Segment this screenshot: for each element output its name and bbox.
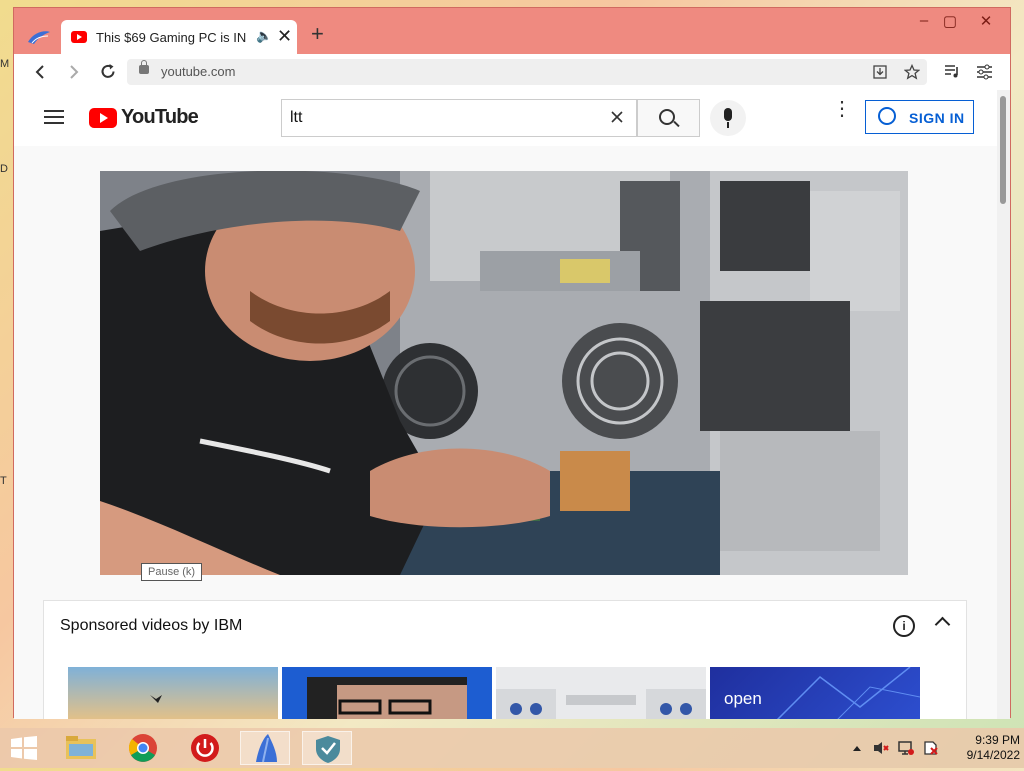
- youtube-header: YouTube ⋮ SIGN IN: [14, 90, 997, 146]
- playlist-icon[interactable]: [944, 64, 961, 79]
- office-figures-image: [496, 689, 706, 719]
- sponsored-video-thumbnail[interactable]: [496, 667, 706, 719]
- chrome-button[interactable]: [118, 731, 168, 765]
- menu-icon[interactable]: [44, 110, 64, 125]
- power-app-button[interactable]: [180, 731, 230, 765]
- browser-toolbar: youtube.com: [14, 54, 1010, 90]
- sponsored-video-thumbnail[interactable]: [282, 667, 492, 719]
- url-text: youtube.com: [161, 64, 236, 79]
- speaker-icon[interactable]: 🔈: [256, 28, 272, 44]
- address-bar[interactable]: youtube.com: [127, 59, 927, 85]
- info-icon[interactable]: i: [893, 615, 915, 637]
- desktop-icon-label: M: [0, 58, 10, 70]
- browser-app-icon: [256, 734, 277, 763]
- security-app-button[interactable]: [302, 731, 352, 765]
- sign-in-label: SIGN IN: [909, 110, 965, 126]
- action-center-icon[interactable]: [922, 740, 940, 756]
- tab-title: This $69 Gaming PC is INC: [96, 30, 246, 45]
- account-icon: [878, 107, 896, 125]
- chrome-icon: [128, 734, 157, 762]
- reload-icon[interactable]: [96, 63, 120, 80]
- clock-time: 9:39 PM: [975, 733, 1020, 747]
- tab-active[interactable]: This $69 Gaming PC is INC 🔈 ✕: [61, 20, 297, 54]
- player-tooltip: Pause (k): [141, 563, 203, 581]
- power-icon: [191, 734, 219, 762]
- search-box[interactable]: [281, 99, 637, 137]
- clear-search-icon[interactable]: [610, 110, 624, 124]
- sponsored-title: Sponsored videos by IBM: [60, 617, 243, 634]
- bird-icon: [150, 695, 162, 703]
- new-tab-button[interactable]: +: [311, 23, 324, 45]
- title-bar: This $69 Gaming PC is INC 🔈 ✕ + – ▢ ✕: [14, 8, 1010, 54]
- youtube-page: YouTube ⋮ SIGN IN: [14, 90, 997, 719]
- thumbnail-caption: open: [724, 689, 762, 708]
- sponsored-video-thumbnail[interactable]: open: [710, 667, 920, 719]
- browser-logo-icon[interactable]: [26, 28, 52, 46]
- lock-icon: [139, 60, 149, 74]
- youtube-logo-text: YouTube: [121, 106, 199, 128]
- video-frame: [100, 171, 908, 575]
- network-icon[interactable]: [897, 740, 915, 756]
- youtube-play-icon: [89, 108, 117, 128]
- show-hidden-icons-icon[interactable]: [852, 744, 862, 752]
- search-icon: [659, 109, 675, 125]
- clock-date: 9/14/2022: [966, 748, 1020, 762]
- taskbar: 9:39 PM 9/14/2022: [0, 728, 1024, 768]
- search-button[interactable]: [637, 99, 700, 137]
- browser-taskbar-button[interactable]: [240, 731, 290, 765]
- voice-search-icon[interactable]: [710, 100, 746, 136]
- maximize-button[interactable]: ▢: [935, 12, 965, 30]
- face-with-glasses-image: [307, 677, 467, 719]
- sponsored-section: Sponsored videos by IBM i open: [43, 600, 967, 719]
- scrollbar-thumb[interactable]: [1000, 96, 1006, 204]
- youtube-favicon-icon: [71, 31, 87, 43]
- settings-sliders-icon[interactable]: [976, 64, 993, 80]
- favorite-star-icon[interactable]: [904, 64, 920, 80]
- desktop-icon-label: D: [0, 163, 8, 175]
- volume-muted-icon[interactable]: [872, 740, 890, 756]
- sponsored-video-thumbnail[interactable]: [68, 667, 278, 719]
- folder-icon: [66, 736, 96, 759]
- windows-start-icon[interactable]: [10, 736, 38, 760]
- desktop-icon-label: T: [0, 475, 7, 487]
- shield-icon: [316, 736, 340, 763]
- install-app-icon[interactable]: [873, 65, 887, 79]
- more-options-icon[interactable]: ⋮: [832, 99, 852, 119]
- system-clock[interactable]: 9:39 PM 9/14/2022: [940, 733, 1020, 763]
- search-input[interactable]: [288, 108, 592, 128]
- close-tab-icon[interactable]: ✕: [277, 26, 292, 47]
- file-explorer-button[interactable]: [56, 731, 106, 765]
- forward-icon[interactable]: [62, 64, 86, 80]
- close-window-button[interactable]: ✕: [971, 12, 1001, 30]
- back-icon[interactable]: [28, 64, 52, 80]
- page-scrollbar[interactable]: [997, 90, 1010, 719]
- collapse-chevron-icon[interactable]: [934, 616, 951, 633]
- sign-in-button[interactable]: SIGN IN: [865, 100, 974, 134]
- browser-window: This $69 Gaming PC is INC 🔈 ✕ + – ▢ ✕ yo…: [13, 7, 1011, 719]
- video-player[interactable]: [100, 171, 908, 575]
